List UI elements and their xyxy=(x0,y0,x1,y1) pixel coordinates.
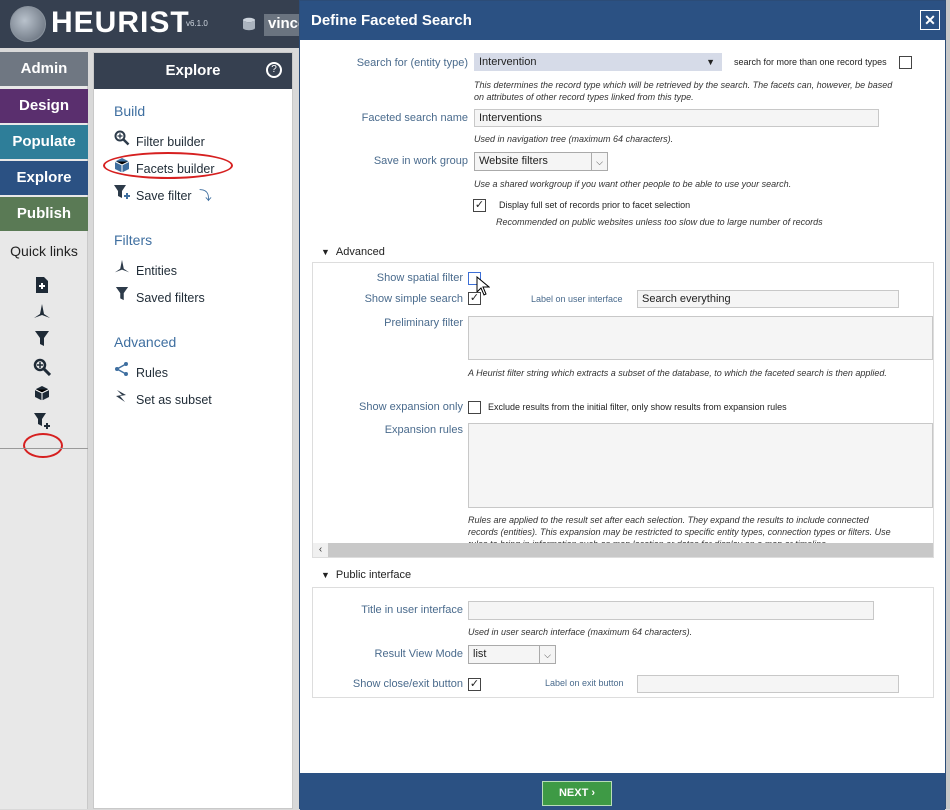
quick-links-divider xyxy=(0,448,88,449)
dialog-footer: NEXT › xyxy=(300,773,945,810)
simple-search-checkbox[interactable]: ✓ xyxy=(468,292,481,305)
dropdown-arrow-icon: ▼ xyxy=(706,57,715,67)
expansion-only-checkbox[interactable] xyxy=(468,401,481,414)
filters-header: Filters xyxy=(114,232,153,248)
explore-panel: Explore ? Build Filter builder Facets bu… xyxy=(93,52,293,809)
preliminary-label: Preliminary filter xyxy=(384,317,463,329)
page-scrollbar[interactable] xyxy=(946,0,950,809)
preliminary-textarea[interactable] xyxy=(468,316,933,360)
set-as-subset-item[interactable]: Set as subset xyxy=(112,388,212,407)
public-section-toggle[interactable]: ▼ Public interface xyxy=(321,569,411,581)
highlight-oval-quicklink xyxy=(23,433,63,458)
heurist-logo-icon xyxy=(10,6,46,42)
entities-icon[interactable] xyxy=(32,303,52,323)
exit-label-field[interactable] xyxy=(637,675,899,693)
name-field[interactable]: Interventions xyxy=(474,109,879,127)
expansion-rules-label: Expansion rules xyxy=(384,424,463,436)
close-btn-checkbox[interactable]: ✓ xyxy=(468,678,481,691)
title-ui-field[interactable] xyxy=(468,601,874,620)
filter-icon xyxy=(112,286,132,305)
workgroup-label: Save in work group xyxy=(373,155,468,167)
database-icon xyxy=(242,17,256,31)
add-record-icon[interactable] xyxy=(32,276,52,296)
search-plus-icon xyxy=(112,130,132,149)
entities-item[interactable]: Entities xyxy=(112,259,177,278)
close-btn-label: Show close/exit button xyxy=(352,678,463,690)
exit-label-label: Label on exit button xyxy=(545,678,624,688)
rules-icon xyxy=(112,361,132,380)
filter-builder-icon[interactable] xyxy=(32,358,52,378)
name-help: Used in navigation tree (maximum 64 char… xyxy=(474,134,674,144)
display-full-label: Display full set of records prior to fac… xyxy=(499,200,691,210)
display-full-checkbox[interactable]: ✓ xyxy=(473,199,486,212)
chevron-right-icon: › xyxy=(591,787,596,799)
save-filter-item[interactable]: Save filter ⤵ xyxy=(112,184,212,204)
user-database-name[interactable]: vince xyxy=(264,14,304,36)
next-button[interactable]: NEXT › xyxy=(542,781,612,806)
menu-design[interactable]: Design xyxy=(0,89,88,123)
name-label: Faceted search name xyxy=(361,112,468,124)
logo-text: HEURIST xyxy=(51,6,190,39)
menu-admin[interactable]: Admin xyxy=(0,52,88,86)
preliminary-help: A Heurist filter string which extracts a… xyxy=(468,368,887,378)
title-ui-help: Used in user search interface (maximum 6… xyxy=(468,627,693,637)
search-for-help: This determines the record type which wi… xyxy=(474,80,893,102)
highlight-oval-facets xyxy=(103,152,233,179)
chevron-down-icon: ⌵ xyxy=(591,153,607,170)
quick-links-label: Quick links xyxy=(10,243,78,259)
workgroup-select[interactable]: Website filters ⌵ xyxy=(474,152,608,171)
display-full-help: Recommended on public websites unless to… xyxy=(496,217,823,227)
ui-label-field[interactable]: Search everything xyxy=(637,290,899,308)
help-icon[interactable]: ? xyxy=(266,62,282,78)
entities-icon xyxy=(112,259,132,278)
close-icon[interactable]: ✕ xyxy=(920,10,940,30)
spatial-label: Show spatial filter xyxy=(376,272,463,284)
scroll-left-icon[interactable]: ‹ xyxy=(313,543,328,557)
expansion-help: Rules are applied to the result set afte… xyxy=(468,515,891,543)
workgroup-help: Use a shared workgroup if you want other… xyxy=(474,179,792,189)
left-menu: Admin Design Populate Explore Publish Qu… xyxy=(0,52,88,809)
chevron-down-icon: ⌵ xyxy=(539,646,555,663)
multi-types-label: search for more than one record types xyxy=(734,57,887,67)
expansion-only-text: Exclude results from the initial filter,… xyxy=(488,402,787,412)
advanced-section-toggle[interactable]: ▼ Advanced xyxy=(321,246,385,258)
triangle-down-icon: ▼ xyxy=(321,570,330,580)
dialog-title: Define Faceted Search xyxy=(300,1,945,40)
advanced-header: Advanced xyxy=(114,334,177,350)
title-ui-label: Title in user interface xyxy=(361,604,463,616)
search-for-label: Search for (entity type) xyxy=(356,57,468,69)
version-label: v6.1.0 xyxy=(186,19,208,28)
filter-plus-icon xyxy=(112,184,132,203)
facets-cube-icon[interactable] xyxy=(32,385,52,405)
explore-title: Explore xyxy=(94,53,292,89)
build-header: Build xyxy=(114,103,146,119)
simple-search-label: Show simple search xyxy=(364,293,463,305)
rules-item[interactable]: Rules xyxy=(112,361,168,380)
expansion-rules-textarea[interactable] xyxy=(468,423,933,508)
view-mode-label: Result View Mode xyxy=(374,648,463,660)
multi-types-checkbox[interactable] xyxy=(899,56,912,69)
menu-publish[interactable]: Publish xyxy=(0,197,88,231)
arrow-down-icon: ⤵ xyxy=(199,189,212,203)
filter-builder-item[interactable]: Filter builder xyxy=(112,130,205,149)
menu-populate[interactable]: Populate xyxy=(0,125,88,159)
subset-icon xyxy=(112,388,132,407)
saved-filters-item[interactable]: Saved filters xyxy=(112,286,205,305)
expansion-only-label: Show expansion only xyxy=(359,401,463,413)
triangle-down-icon: ▼ xyxy=(321,247,330,257)
view-mode-select[interactable]: list ⌵ xyxy=(468,645,556,664)
advanced-horizontal-scrollbar[interactable]: ‹ xyxy=(313,543,933,557)
menu-explore[interactable]: Explore xyxy=(0,161,88,195)
add-filter-icon[interactable] xyxy=(32,412,52,432)
filter-icon[interactable] xyxy=(32,330,52,350)
ui-label-label: Label on user interface xyxy=(531,294,623,304)
entity-type-select[interactable]: Intervention ▼ xyxy=(474,53,722,71)
